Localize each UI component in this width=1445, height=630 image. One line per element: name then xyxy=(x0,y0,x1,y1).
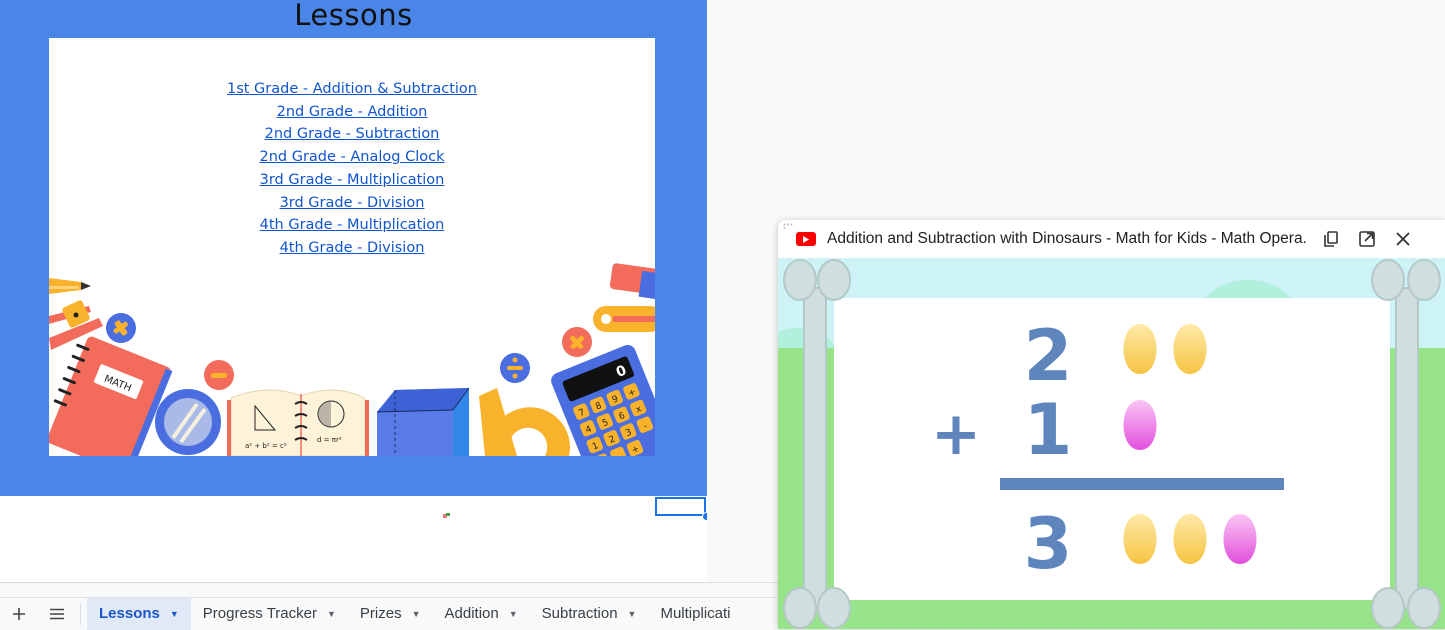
lessons-frame: Lessons MATH a² + b² = c² d = πr² 0 7 8 … xyxy=(0,0,707,496)
yellow-egg-icon xyxy=(1123,514,1157,564)
cube-icon xyxy=(376,387,470,456)
minus-circle-icon xyxy=(204,360,234,390)
lesson-link[interactable]: 4th Grade - Multiplication xyxy=(49,214,655,237)
open-book-icon: a² + b² = c² d = πr² xyxy=(227,389,369,456)
sheet-tab-label: Progress Tracker xyxy=(202,605,317,622)
close-pip-button[interactable] xyxy=(1391,227,1415,251)
lesson-link[interactable]: 2nd Grade - Addition xyxy=(49,101,655,124)
plus-operator: + xyxy=(931,399,981,469)
sheet-tab-label: Lessons xyxy=(99,605,160,622)
sheet-tab-label: Subtraction xyxy=(541,605,618,622)
equation-line xyxy=(1000,478,1284,490)
sheet-tab[interactable]: Lessons ▼ xyxy=(87,597,191,630)
yellow-egg-icon xyxy=(1173,324,1207,374)
drag-grip-icon[interactable] xyxy=(783,223,793,231)
sheet-image-icon xyxy=(443,513,450,518)
svg-text:d = πr²: d = πr² xyxy=(317,436,342,444)
tab-menu-caret-icon[interactable]: ▼ xyxy=(327,609,336,619)
sheet-scroll-strip xyxy=(0,582,780,597)
video-frame[interactable]: 2 + 1 3 xyxy=(778,258,1445,629)
open-external-icon xyxy=(1359,231,1375,247)
pencil-icon xyxy=(49,278,91,294)
sheet-tab-label: Prizes xyxy=(359,605,402,622)
close-icon xyxy=(1396,232,1410,246)
sheet-tab-label: Addition xyxy=(444,605,499,622)
yellow-egg-icon xyxy=(1123,324,1157,374)
addend-2: 1 xyxy=(1024,389,1073,471)
tab-divider xyxy=(80,602,81,625)
lesson-links-list: 1st Grade - Addition & Subtraction 2nd Gr… xyxy=(49,78,655,260)
all-sheets-button[interactable] xyxy=(38,598,76,630)
youtube-icon xyxy=(796,232,816,246)
magnifier-icon xyxy=(155,389,221,455)
copy-button[interactable] xyxy=(1319,227,1343,251)
lessons-slide-image: MATH a² + b² = c² d = πr² 0 7 8 9 + 4 5 … xyxy=(49,38,655,456)
lesson-link[interactable]: 4th Grade - Division xyxy=(49,237,655,260)
sheet-tab[interactable]: Prizes ▼ xyxy=(348,598,433,630)
protractor-icon xyxy=(479,388,570,456)
sheet-tab[interactable]: Addition ▼ xyxy=(433,598,530,630)
plus-icon xyxy=(13,607,25,620)
sheet-tab[interactable]: Multiplicati xyxy=(648,598,742,630)
ruler-icon xyxy=(593,306,655,332)
sum: 3 xyxy=(1024,503,1073,585)
picture-in-picture-window[interactable]: Addition and Subtraction with Dinosaurs … xyxy=(778,220,1445,629)
lesson-link[interactable]: 1st Grade - Addition & Subtraction xyxy=(49,78,655,101)
pink-egg-icon xyxy=(1223,514,1257,564)
copy-icon xyxy=(1324,231,1338,247)
tab-menu-caret-icon[interactable]: ▼ xyxy=(170,609,179,619)
pip-header[interactable]: Addition and Subtraction with Dinosaurs … xyxy=(778,220,1445,258)
addend-1: 2 xyxy=(1024,315,1073,397)
equation-board xyxy=(834,298,1390,600)
tab-menu-caret-icon[interactable]: ▼ xyxy=(628,609,637,619)
lesson-link[interactable]: 2nd Grade - Subtraction xyxy=(49,123,655,146)
lesson-link[interactable]: 2nd Grade - Analog Clock xyxy=(49,146,655,169)
spreadsheet-grid[interactable]: Lessons MATH a² + b² = c² d = πr² 0 7 8 … xyxy=(0,0,711,582)
selected-cell[interactable] xyxy=(655,497,706,516)
yellow-egg-icon xyxy=(1173,514,1207,564)
divide-circle-icon xyxy=(500,353,530,383)
eraser-icon xyxy=(609,263,655,300)
lesson-link[interactable]: 3rd Grade - Multiplication xyxy=(49,169,655,192)
plus-circle-icon xyxy=(106,313,136,343)
tab-menu-caret-icon[interactable]: ▼ xyxy=(509,609,518,619)
math-notebook-icon: MATH xyxy=(49,336,173,456)
pink-egg-icon xyxy=(1123,400,1157,450)
open-in-tab-button[interactable] xyxy=(1355,227,1379,251)
lesson-link[interactable]: 3rd Grade - Division xyxy=(49,192,655,215)
tab-menu-caret-icon[interactable]: ▼ xyxy=(412,609,421,619)
svg-text:a² + b² = c²: a² + b² = c² xyxy=(245,442,287,450)
sheet-tabs: Lessons ▼ Progress Tracker ▼ Prizes ▼ Addition… xyxy=(87,597,743,630)
sheet-tab[interactable]: Progress Tracker ▼ xyxy=(191,598,348,630)
menu-icon xyxy=(50,608,64,619)
video-title: Addition and Subtraction with Dinosaurs … xyxy=(827,230,1307,247)
sheet-tab[interactable]: Subtraction ▼ xyxy=(530,598,649,630)
add-sheet-button[interactable] xyxy=(0,598,38,630)
frame-title: Lessons xyxy=(294,0,413,32)
times-circle-icon xyxy=(562,327,592,357)
sheet-tab-label: Multiplicati xyxy=(660,605,731,622)
